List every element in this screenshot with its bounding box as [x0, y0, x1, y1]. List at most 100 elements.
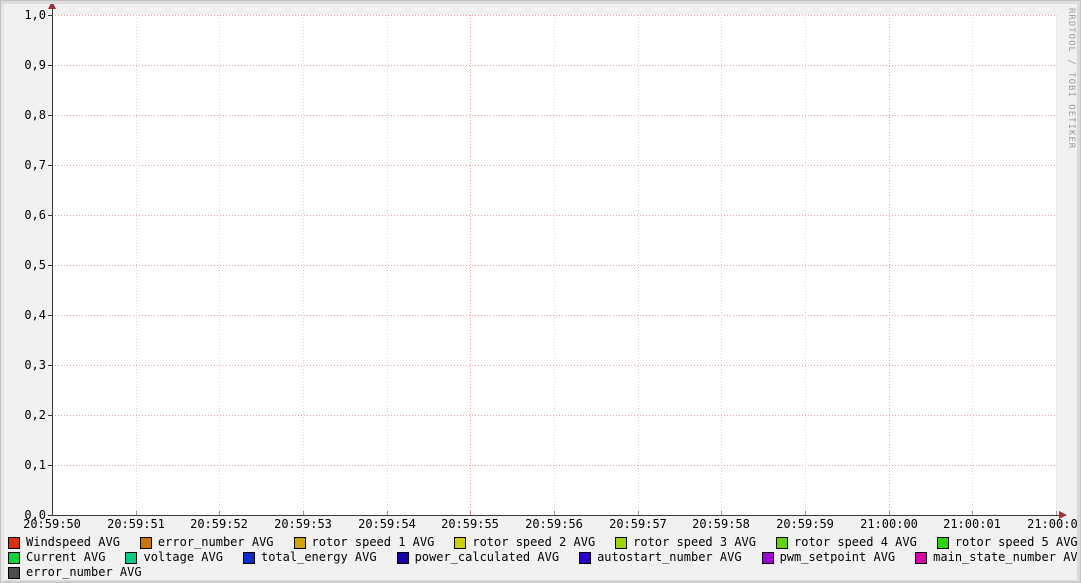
legend-label: rotor speed 1 AVG: [312, 536, 435, 549]
x-gridline: [219, 15, 220, 515]
y-tick: [48, 165, 52, 166]
x-tick-label: 21:00:00: [847, 518, 931, 530]
y-tick-label: 0,9: [6, 59, 46, 71]
legend-swatch: [8, 537, 20, 549]
legend-swatch: [615, 537, 627, 549]
legend-label: voltage AVG: [143, 551, 222, 564]
legend-label: Windspeed AVG: [26, 536, 120, 549]
y-tick-label: 0,2: [6, 409, 46, 421]
y-tick-label: 0,1: [6, 459, 46, 471]
legend-label: total_energy AVG: [261, 551, 377, 564]
legend-row: error_number AVG: [8, 566, 162, 579]
x-gridline: [1056, 15, 1057, 515]
legend-item: rotor speed 1 AVG: [294, 536, 435, 549]
legend-swatch: [8, 552, 20, 564]
x-tick-label: 21:00:02: [1014, 518, 1081, 530]
legend-item: power_calculated AVG: [397, 551, 560, 564]
legend-item: total_energy AVG: [243, 551, 377, 564]
legend-swatch: [8, 567, 20, 579]
legend-swatch: [776, 537, 788, 549]
x-gridline: [638, 15, 639, 515]
legend-label: rotor speed 5 AVG: [955, 536, 1078, 549]
legend-item: voltage AVG: [125, 551, 222, 564]
legend-swatch: [915, 552, 927, 564]
legend-swatch: [937, 537, 949, 549]
legend-label: Current AVG: [26, 551, 105, 564]
x-gridline: [387, 15, 388, 515]
x-tick-label: 20:59:50: [10, 518, 94, 530]
x-gridline: [889, 15, 890, 515]
y-tick: [48, 15, 52, 16]
x-gridline: [805, 15, 806, 515]
x-tick-label: 21:00:01: [930, 518, 1014, 530]
legend-label: power_calculated AVG: [415, 551, 560, 564]
legend-item: rotor speed 5 AVG: [937, 536, 1078, 549]
y-axis-line: [52, 7, 53, 516]
y-tick-label: 0,5: [6, 259, 46, 271]
y-tick-label: 0,4: [6, 309, 46, 321]
y-tick: [48, 265, 52, 266]
legend-label: rotor speed 3 AVG: [633, 536, 756, 549]
legend-row: Windspeed AVG error_number AVG rotor speed…: [8, 536, 1081, 549]
x-tick-label: 20:59:59: [763, 518, 847, 530]
legend-swatch: [140, 537, 152, 549]
legend-swatch: [762, 552, 774, 564]
y-tick: [48, 365, 52, 366]
legend-item: autostart_number AVG: [579, 551, 742, 564]
x-gridline: [470, 15, 471, 515]
y-tick-label: 0,6: [6, 209, 46, 221]
rrdtool-graph: 1,00,90,80,70,60,50,40,30,20,10,0 20:59:…: [0, 0, 1081, 583]
y-axis-arrow-icon: [48, 1, 56, 9]
x-axis-line: [52, 515, 1060, 516]
y-tick: [48, 515, 52, 516]
x-gridline: [136, 15, 137, 515]
y-tick-label: 0,8: [6, 109, 46, 121]
legend-item: main_state_number AVG: [915, 551, 1081, 564]
legend-swatch: [579, 552, 591, 564]
x-tick-label: 20:59:55: [428, 518, 512, 530]
x-tick-label: 20:59:52: [177, 518, 261, 530]
y-tick-label: 1,0: [6, 9, 46, 21]
legend-label: pwm_setpoint AVG: [780, 551, 896, 564]
legend-item: rotor speed 3 AVG: [615, 536, 756, 549]
y-tick: [48, 115, 52, 116]
x-tick-label: 20:59:56: [512, 518, 596, 530]
x-tick-label: 20:59:58: [679, 518, 763, 530]
legend-label: rotor speed 2 AVG: [472, 536, 595, 549]
y-tick-label: 0,3: [6, 359, 46, 371]
y-tick-label: 0,7: [6, 159, 46, 171]
legend-item: Windspeed AVG: [8, 536, 120, 549]
y-tick: [48, 415, 52, 416]
x-gridline: [303, 15, 304, 515]
legend-label: error_number AVG: [158, 536, 274, 549]
x-tick-label: 20:59:57: [596, 518, 680, 530]
legend-swatch: [294, 537, 306, 549]
y-tick: [48, 315, 52, 316]
x-tick-label: 20:59:51: [94, 518, 178, 530]
plot-area: [52, 15, 1056, 515]
x-tick-label: 20:59:54: [345, 518, 429, 530]
legend-row: Current AVG voltage AVG total_energy AVG po…: [8, 551, 1081, 564]
legend-swatch: [397, 552, 409, 564]
legend-item: error_number AVG: [140, 536, 274, 549]
x-tick-label: 20:59:53: [261, 518, 345, 530]
y-tick: [48, 465, 52, 466]
legend-label: error_number AVG: [26, 566, 142, 579]
x-gridline: [554, 15, 555, 515]
legend-item: Current AVG: [8, 551, 105, 564]
x-gridline: [721, 15, 722, 515]
legend-item: pwm_setpoint AVG: [762, 551, 896, 564]
x-gridline: [972, 15, 973, 515]
legend-label: main_state_number AVG: [933, 551, 1081, 564]
legend-swatch: [243, 552, 255, 564]
legend-swatch: [454, 537, 466, 549]
legend-swatch: [125, 552, 137, 564]
y-tick: [48, 215, 52, 216]
legend-label: autostart_number AVG: [597, 551, 742, 564]
legend-item: rotor speed 4 AVG: [776, 536, 917, 549]
legend-label: rotor speed 4 AVG: [794, 536, 917, 549]
watermark: RRDTOOL / TOBI OETIKER: [1066, 8, 1076, 149]
legend-item: rotor speed 2 AVG: [454, 536, 595, 549]
legend-item: error_number AVG: [8, 566, 142, 579]
y-tick: [48, 65, 52, 66]
